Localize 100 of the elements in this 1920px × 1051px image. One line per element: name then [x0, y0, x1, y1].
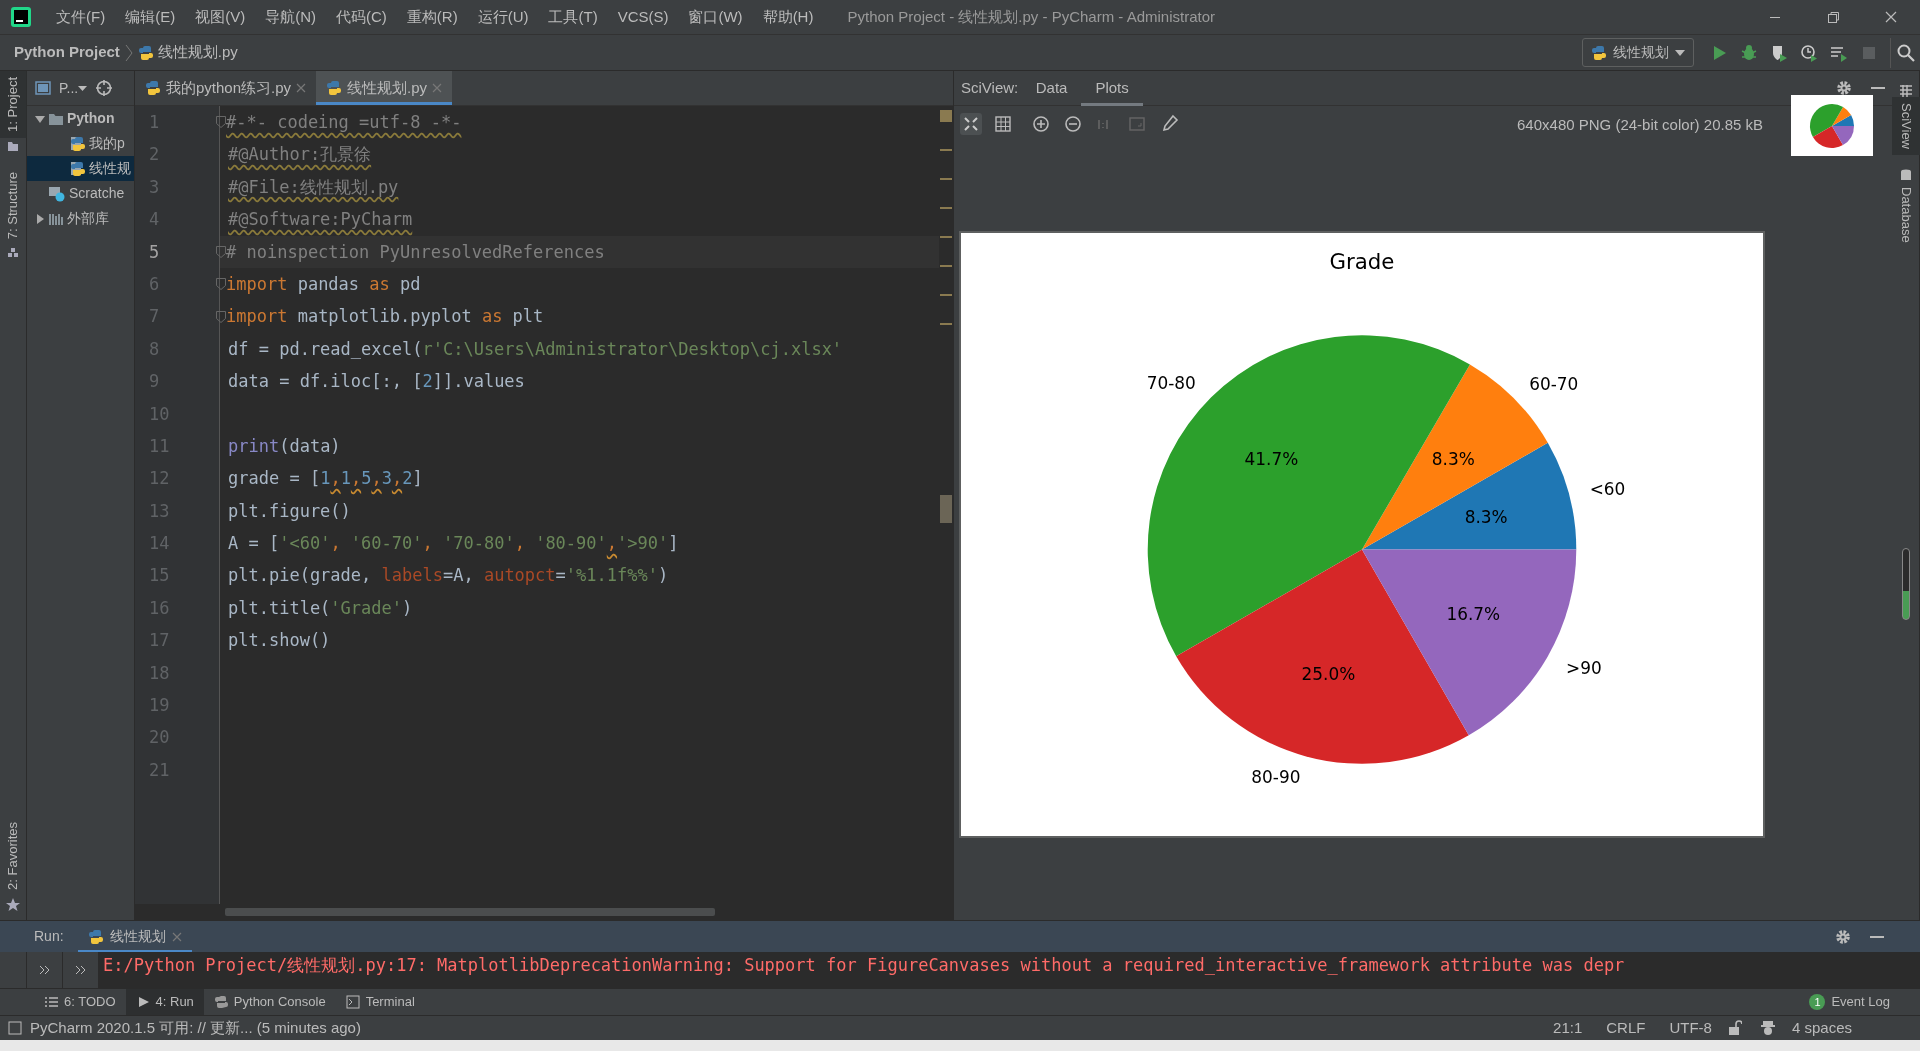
- chevron-icon: [123, 42, 134, 63]
- editor-tab[interactable]: 我的python练习.py: [135, 71, 317, 105]
- list-icon: [44, 995, 58, 1009]
- crosshair-icon[interactable]: [95, 79, 114, 97]
- indent-setting[interactable]: 4 spaces: [1783, 1016, 1860, 1040]
- tree-item[interactable]: Scratche: [27, 181, 134, 206]
- tool-window-tab[interactable]: 2: Favorites: [0, 816, 27, 896]
- clock-run-icon[interactable]: [1799, 42, 1819, 63]
- code-line: import pandas as pd: [226, 272, 421, 296]
- fold-marker-icon[interactable]: [216, 245, 226, 258]
- slice-label: >90: [1566, 657, 1602, 678]
- file-encoding[interactable]: UTF-8: [1661, 1016, 1720, 1040]
- code-line: plt.show(): [228, 629, 331, 653]
- caret-icon: [1675, 48, 1685, 57]
- run-configuration-dropdown[interactable]: 线性规划: [1582, 38, 1694, 67]
- tool-window-tab[interactable]: 7: Structure: [0, 165, 27, 246]
- double-chevron-icon[interactable]: [38, 965, 51, 975]
- settings-icon[interactable]: [1834, 927, 1852, 946]
- window-toggle-icon[interactable]: [8, 1021, 22, 1035]
- run-tab[interactable]: 线性规划: [77, 920, 192, 953]
- editor-tab[interactable]: 线性规划.py: [316, 71, 453, 105]
- caret-position[interactable]: 21:1: [1545, 1016, 1591, 1040]
- code-line: A = ['<60', '60-70', '70-80', '80-90','>90']: [228, 532, 679, 556]
- tool-window-tab[interactable]: SciView: [1892, 97, 1920, 155]
- menu-item[interactable]: 工具(T): [538, 5, 608, 29]
- menu-item[interactable]: 文件(F): [46, 5, 116, 29]
- code-line: print(data): [228, 434, 341, 458]
- panel-tab[interactable]: Data: [1021, 70, 1082, 106]
- settings-icon[interactable]: [1835, 79, 1853, 97]
- app-logo-icon: [10, 6, 32, 28]
- library-icon: [48, 211, 64, 226]
- fold-marker-icon[interactable]: [216, 116, 226, 129]
- slice-label: <60: [1589, 479, 1626, 500]
- menu-item[interactable]: 视图(V): [185, 5, 256, 29]
- caret-icon: [78, 84, 88, 92]
- tool-window-button[interactable]: 4: Run: [125, 988, 204, 1016]
- terminal-icon: [345, 995, 360, 1009]
- unlocked-padlock-icon[interactable]: [1727, 1020, 1742, 1036]
- fit-icon[interactable]: [960, 112, 982, 135]
- status-message: PyCharm 2020.1.5 可用: // 更新... (5 minutes ago): [30, 1017, 361, 1038]
- menu-item[interactable]: 帮助(H): [752, 5, 824, 29]
- bug-icon[interactable]: [1739, 42, 1759, 63]
- code-line: plt.figure(): [228, 499, 351, 523]
- memory-indicator: [1902, 548, 1910, 620]
- fold-marker-icon[interactable]: [216, 310, 226, 323]
- breadcrumb-item[interactable]: 线性规划.py: [157, 41, 238, 64]
- restore-icon[interactable]: [1826, 10, 1840, 24]
- tool-window-tab[interactable]: Database: [1892, 181, 1920, 249]
- folder-icon: [7, 139, 19, 152]
- tree-item[interactable]: 外部库: [27, 206, 134, 231]
- menu-item[interactable]: 导航(N): [255, 5, 326, 29]
- python-file-icon: [326, 80, 343, 96]
- collapsed-arrow-icon[interactable]: [35, 213, 45, 224]
- event-log-button[interactable]: 1 Event Log: [1799, 988, 1900, 1016]
- line-number: 5: [148, 240, 161, 264]
- scratch-file-icon: [48, 185, 66, 202]
- python-file-icon: [145, 80, 161, 96]
- percent-label: 25.0%: [1301, 663, 1356, 684]
- code-line: #@Author:孔景徐: [228, 143, 372, 167]
- python-icon: [213, 995, 228, 1009]
- tree-item[interactable]: 我的p: [27, 131, 134, 156]
- code-line: grade = [1,1,5,3,2]: [228, 467, 423, 491]
- inspector-icon[interactable]: [1759, 1020, 1776, 1036]
- image-info: 640x480 PNG (24-bit color) 20.85 kB: [1517, 115, 1763, 135]
- tree-item[interactable]: Python: [27, 106, 134, 131]
- tool-window-tab[interactable]: 1: Project: [0, 71, 27, 138]
- folder-icon: [48, 111, 64, 126]
- python-file-icon: [137, 44, 154, 61]
- percent-label: 8.3%: [1431, 449, 1475, 470]
- tool-window-button[interactable]: 6: TODO: [34, 988, 126, 1016]
- menu-item[interactable]: 窗口(W): [678, 5, 753, 29]
- code-line: data = df.iloc[:, [2]].values: [228, 370, 525, 394]
- menu-item[interactable]: VCS(S): [607, 5, 679, 29]
- menu-item[interactable]: 编辑(E): [115, 5, 186, 29]
- fold-marker-icon[interactable]: [216, 278, 226, 291]
- menu-item[interactable]: 代码(C): [326, 5, 397, 29]
- python-file-icon: [1591, 44, 1607, 61]
- scrollbar-thumb[interactable]: [940, 495, 952, 523]
- search-icon[interactable]: [1895, 42, 1916, 63]
- line-separator[interactable]: CRLF: [1598, 1016, 1654, 1040]
- scrollbar-thumb[interactable]: [225, 908, 715, 916]
- chart-title: Grade: [1329, 248, 1395, 274]
- menu-item[interactable]: 运行(U): [467, 5, 539, 29]
- table-icon: [1900, 85, 1912, 97]
- database-icon: [1900, 169, 1912, 181]
- code-line: #@Software:PyCharm: [228, 208, 413, 232]
- code-line: # noinspection PyUnresolvedReferences: [226, 240, 605, 264]
- view-selector-dropdown[interactable]: P...: [59, 77, 88, 99]
- expanded-arrow-icon[interactable]: [35, 113, 45, 124]
- tree-item[interactable]: 线性规: [27, 156, 134, 181]
- close-icon[interactable]: [1884, 10, 1898, 24]
- panel-tab[interactable]: Plots: [1081, 70, 1143, 106]
- tool-window-button[interactable]: Python Console: [203, 988, 336, 1016]
- breadcrumb-item[interactable]: Python Project: [14, 41, 120, 64]
- warning-marker-icon: [940, 110, 952, 122]
- double-chevron-icon[interactable]: [74, 965, 87, 975]
- project-view-icon: [35, 81, 51, 95]
- code-line: #@File:线性规划.py: [228, 175, 399, 199]
- tool-window-button[interactable]: Terminal: [335, 988, 425, 1016]
- menu-item[interactable]: 重构(R): [396, 5, 468, 29]
